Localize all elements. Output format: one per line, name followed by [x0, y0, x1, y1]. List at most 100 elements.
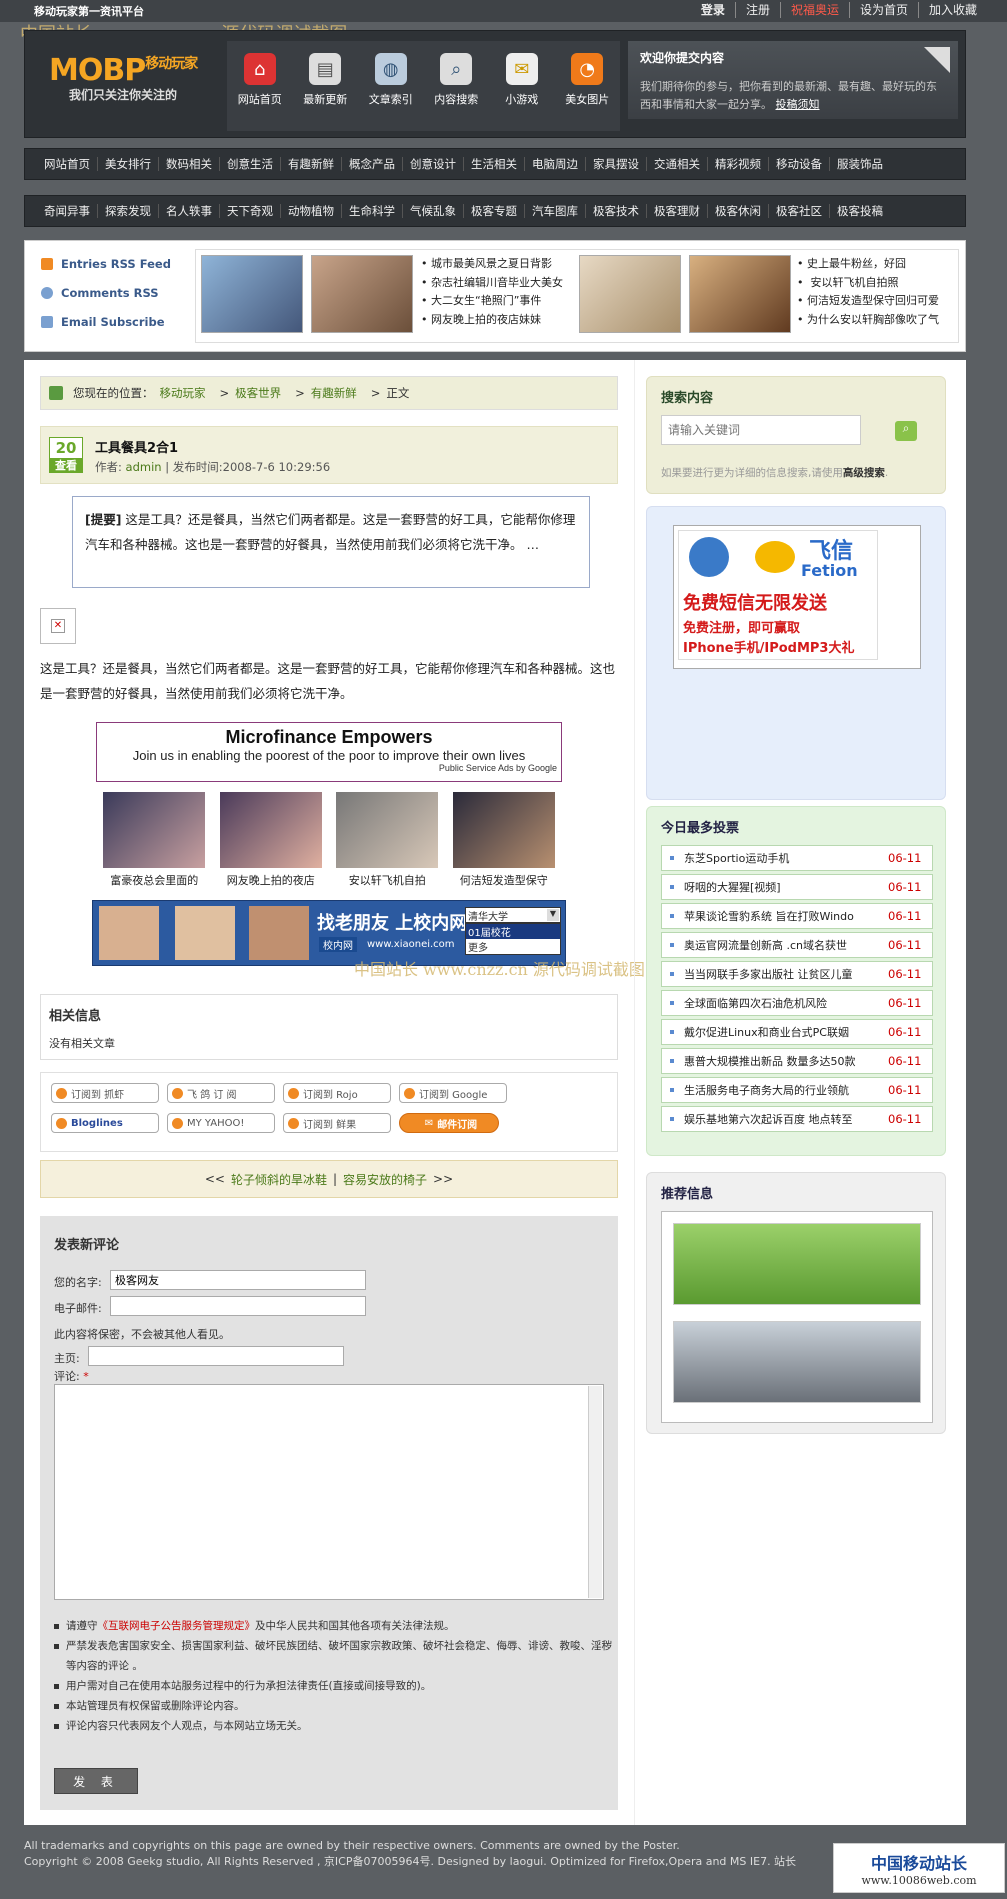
news-item[interactable]: • 何洁短发造型保守回归可爱	[797, 292, 959, 311]
school-select[interactable]: 清华大学 ▼	[465, 907, 561, 923]
vote-item[interactable]: 生活服务电子商务大局的行业领航 06-11	[661, 1077, 933, 1103]
email-subscribe-link[interactable]: Email Subscribe	[41, 315, 165, 329]
set-homepage-link[interactable]: 设为首页	[848, 2, 918, 18]
comment-textarea[interactable]	[54, 1384, 604, 1600]
category-link[interactable]: 奇闻异事	[37, 204, 98, 218]
olympic-link[interactable]: 祝福奥运	[779, 2, 849, 18]
subscribe-google-button[interactable]: 订阅到 Google	[399, 1083, 507, 1103]
news-item[interactable]: • 为什么安以轩胸部像吹了气	[797, 311, 959, 330]
subscribe-bloglines-button[interactable]: Bloglines	[51, 1113, 159, 1133]
login-link[interactable]: 登录	[691, 2, 735, 18]
fetion-ad[interactable]: 飞信 Fetion 免费短信无限发送 免费注册，即可赢取 IPhone手机/IP…	[673, 525, 921, 669]
nav-home[interactable]: ⌂ 网站首页	[229, 53, 291, 131]
category-link[interactable]: 服装饰品	[830, 157, 890, 171]
submit-comment-button[interactable]: 发 表	[54, 1768, 138, 1794]
recommend-photo-car[interactable]	[673, 1321, 921, 1403]
category-link[interactable]: 创意设计	[403, 157, 464, 171]
category-link[interactable]: 动物植物	[281, 204, 342, 218]
category-link[interactable]: 极客休闲	[708, 204, 769, 218]
regulation-link[interactable]: 《互联网电子公告服务管理规定》	[98, 1620, 256, 1632]
category-link[interactable]: 极客技术	[586, 204, 647, 218]
category-link[interactable]: 网站首页	[37, 157, 98, 171]
prev-article-link[interactable]: 轮子倾斜的旱冰鞋	[231, 1171, 327, 1188]
next-article-link[interactable]: 容易安放的椅子	[343, 1171, 427, 1188]
email-subscribe-button[interactable]: ✉ 邮件订阅	[399, 1113, 499, 1133]
view-link[interactable]: 查看	[49, 459, 83, 473]
vote-item[interactable]: 惠普大规模推出新品 数量多达50款 06-11	[661, 1048, 933, 1074]
category-link[interactable]: 移动设备	[769, 157, 830, 171]
category-link[interactable]: 生活相关	[464, 157, 525, 171]
corner-logo[interactable]: 中国移动站长 www.10086web.com	[833, 1843, 1005, 1893]
site-logo[interactable]: MOBP移动玩家 我们只关注你关注的	[49, 53, 219, 123]
thumb-photo[interactable]	[579, 255, 681, 333]
bookmark-link[interactable]: 加入收藏	[917, 2, 987, 18]
subscribe-yahoo-button[interactable]: MY YAHOO!	[167, 1113, 275, 1133]
name-input[interactable]	[110, 1270, 366, 1290]
dropdown-option[interactable]: 01届校花	[466, 924, 560, 939]
breadcrumb-home-link[interactable]: 移动玩家	[160, 385, 206, 401]
subscribe-xianguo-button[interactable]: 订阅到 鲜果	[283, 1113, 391, 1133]
vote-item[interactable]: 奥运官网流量创新高 .cn域名获世 06-11	[661, 932, 933, 958]
category-link[interactable]: 电脑周边	[525, 157, 586, 171]
news-item[interactable]: • 杂志社编辑川音毕业大美女	[421, 274, 563, 293]
thumb-photo[interactable]	[201, 255, 303, 333]
news-item[interactable]: • 大二女生“艳照门”事件	[421, 292, 563, 311]
category-link[interactable]: 创意生活	[220, 157, 281, 171]
dropdown-option[interactable]: 更多	[466, 939, 560, 954]
homepage-input[interactable]	[88, 1346, 344, 1366]
category-link[interactable]: 极客社区	[769, 204, 830, 218]
category-link[interactable]: 有趣新鲜	[281, 157, 342, 171]
nav-index[interactable]: ◍ 文章索引	[360, 53, 422, 131]
nav-search[interactable]: ⌕ 内容搜索	[425, 53, 487, 131]
comments-rss-link[interactable]: Comments RSS	[41, 286, 159, 300]
vote-item[interactable]: 东芝Sportio运动手机 06-11	[661, 845, 933, 871]
vote-item[interactable]: 呀咽的大猩猩[视频] 06-11	[661, 874, 933, 900]
nav-games[interactable]: ✉ 小游戏	[491, 53, 553, 131]
register-link[interactable]: 注册	[734, 2, 780, 18]
category-link[interactable]: 汽车图库	[525, 204, 586, 218]
vote-item[interactable]: 当当网联手多家出版社 让贫区儿童 06-11	[661, 961, 933, 987]
subscribe-feige-button[interactable]: 飞 鸽 订 阅	[167, 1083, 275, 1103]
category-link[interactable]: 数码相关	[159, 157, 220, 171]
submit-guide-link[interactable]: 投稿须知	[776, 98, 820, 111]
subscribe-zhuaxia-button[interactable]: 订阅到 抓虾	[51, 1083, 159, 1103]
vote-item[interactable]: 全球面临第四次石油危机风险 06-11	[661, 990, 933, 1016]
nav-photos[interactable]: ◔ 美女图片	[556, 53, 618, 131]
search-input[interactable]	[661, 415, 861, 445]
thumb-photo[interactable]	[689, 255, 791, 333]
thumb-photo[interactable]	[311, 255, 413, 333]
subscribe-rojo-button[interactable]: 订阅到 Rojo	[283, 1083, 391, 1103]
vote-item[interactable]: 娱乐基地第六次起诉百度 地点转至 06-11	[661, 1106, 933, 1132]
news-item[interactable]: • 安以轩飞机自拍照	[797, 274, 959, 293]
photo-item[interactable]: 安以轩飞机自拍	[336, 792, 439, 894]
category-link[interactable]: 概念产品	[342, 157, 403, 171]
category-link[interactable]: 名人轶事	[159, 204, 220, 218]
breadcrumb-geek-link[interactable]: 极客世界	[235, 385, 281, 401]
nav-latest[interactable]: ▤ 最新更新	[294, 53, 356, 131]
photo-item[interactable]: 何洁短发造型保守	[452, 792, 555, 894]
photo-item[interactable]: 富豪夜总会里面的	[103, 792, 206, 894]
category-link[interactable]: 精彩视频	[708, 157, 769, 171]
category-link[interactable]: 极客理财	[647, 204, 708, 218]
breadcrumb-category-link[interactable]: 有趣新鲜	[311, 385, 357, 401]
search-button[interactable]: ⌕	[895, 421, 917, 441]
author-link[interactable]: admin	[126, 460, 162, 474]
category-link[interactable]: 天下奇观	[220, 204, 281, 218]
textarea-scrollbar[interactable]	[588, 1386, 602, 1598]
google-ad[interactable]: Microfinance Empowers Join us in enablin…	[96, 722, 562, 782]
category-link[interactable]: 极客投稿	[830, 204, 890, 218]
entries-rss-link[interactable]: Entries RSS Feed	[41, 257, 171, 271]
category-link[interactable]: 交通相关	[647, 157, 708, 171]
category-link[interactable]: 气候乱象	[403, 204, 464, 218]
news-item[interactable]: • 城市最美风景之夏日背影	[421, 255, 563, 274]
email-input[interactable]	[110, 1296, 366, 1316]
category-link[interactable]: 美女排行	[98, 157, 159, 171]
vote-item[interactable]: 苹果谈论雪豹系统 旨在打败Windo 06-11	[661, 903, 933, 929]
advanced-search-link[interactable]: 高级搜索	[843, 467, 885, 479]
recommend-photo-bike[interactable]	[673, 1223, 921, 1305]
news-item[interactable]: • 史上最牛粉丝，好囧	[797, 255, 959, 274]
news-item[interactable]: • 网友晚上拍的夜店妹妹	[421, 311, 563, 330]
category-link[interactable]: 生命科学	[342, 204, 403, 218]
category-link[interactable]: 极客专题	[464, 204, 525, 218]
photo-item[interactable]: 网友晚上拍的夜店	[219, 792, 322, 894]
